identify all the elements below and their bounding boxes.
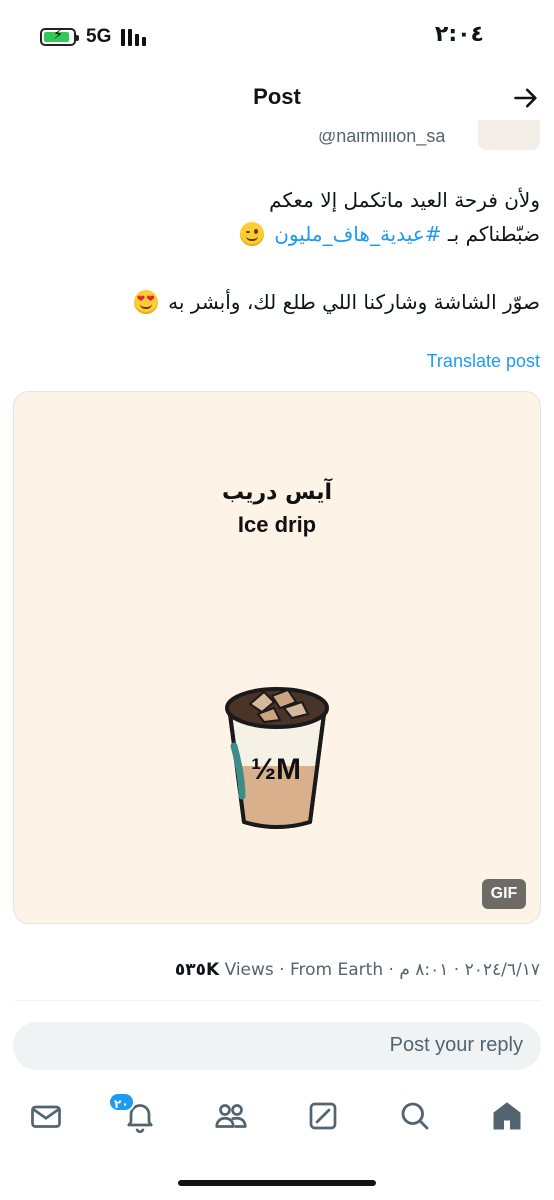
post-date-time[interactable]: ٢٠٢٤/٦/١٧ · ٨:٠١ م: [399, 960, 540, 980]
grok-icon: [309, 1102, 337, 1130]
winking-face-emoji-icon: [239, 222, 264, 246]
status-bar: ⚡ 5G ٢:٠٤: [0, 0, 554, 70]
post-line-2-prefix: ضبّطناكم بـ: [441, 222, 540, 246]
tab-messages[interactable]: [28, 1098, 64, 1134]
cup-label: ½M: [251, 753, 301, 786]
gif-badge: GIF: [482, 879, 526, 909]
tab-notifications[interactable]: ٢٠: [108, 1092, 158, 1134]
tab-communities[interactable]: [213, 1098, 249, 1134]
mail-icon: [31, 1105, 61, 1128]
home-icon: [493, 1102, 521, 1130]
back-arrow-icon[interactable]: [512, 84, 540, 112]
post-header: Post: [0, 70, 554, 130]
post-line-1: ولأن فرحة العيد ماتكمل إلا معكم: [269, 188, 540, 212]
tab-home[interactable]: [489, 1098, 525, 1134]
home-indicator: [178, 1180, 376, 1186]
network-type: 5G: [86, 26, 112, 47]
tab-search[interactable]: [397, 1098, 433, 1134]
page-title: Post: [253, 84, 301, 109]
status-time: ٢:٠٤: [434, 22, 484, 47]
post-line-3: صوّر الشاشة وشاركنا اللي طلع لك، وأبشر ب…: [14, 285, 540, 319]
post-line-2: ضبّطناكم بـ #عيدية_هاف_مليون: [14, 217, 540, 251]
tab-grok[interactable]: [305, 1098, 341, 1134]
post-origin: From Earth: [290, 960, 384, 980]
battery-icon: ⚡: [40, 27, 79, 46]
people-icon: [215, 1104, 247, 1128]
tab-bar: ٢٠: [0, 1090, 554, 1150]
media-title-english: Ice drip: [237, 512, 317, 537]
author-avatar[interactable]: [478, 120, 540, 150]
hashtag-link[interactable]: #عيدية_هاف_مليون: [274, 222, 441, 246]
divider: [14, 1000, 540, 1001]
views-label: Views: [224, 960, 274, 980]
signal-icon: [121, 29, 146, 46]
heart-eyes-emoji-icon: ❤ ❤: [133, 290, 158, 314]
reply-input[interactable]: Post your reply: [13, 1022, 541, 1070]
post-text: ولأن فرحة العيد ماتكمل إلا معكم ضبّطناكم…: [14, 183, 540, 319]
post-meta: ٢٠٢٤/٦/١٧ · ٨:٠١ م · From Earth · ٥٣٥K V…: [174, 960, 540, 980]
reply-placeholder: Post your reply: [389, 1034, 523, 1056]
media-title-arabic: آيس دريب: [221, 480, 333, 505]
translate-post-link[interactable]: Translate post: [427, 351, 540, 372]
search-icon: [401, 1102, 429, 1130]
notification-badge: ٢٠: [108, 1092, 135, 1112]
iced-drink-cup-icon: ½M: [225, 687, 329, 829]
views-count: ٥٣٥K: [174, 960, 220, 980]
media-gif[interactable]: آيس دريب Ice drip ½M GIF: [13, 391, 541, 924]
